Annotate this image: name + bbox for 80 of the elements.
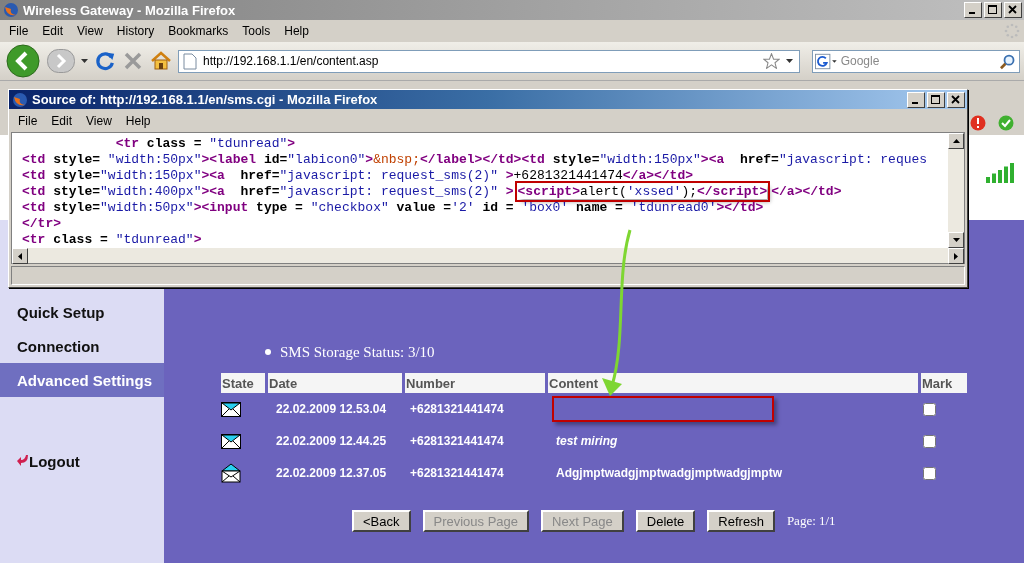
search-engine-icon[interactable]	[815, 52, 837, 70]
code-line: </tr>	[22, 216, 63, 232]
scroll-left-icon[interactable]	[18, 252, 22, 260]
search-icon[interactable]	[999, 52, 1015, 70]
menu-item[interactable]: File	[4, 22, 34, 40]
scroll-up-icon[interactable]	[952, 139, 960, 143]
close-button[interactable]	[947, 91, 965, 108]
loading-icon	[1004, 23, 1020, 39]
date-cell: 22.02.2009 12.37.05	[276, 466, 387, 480]
code-line: <td style="width:150px"><a href="javascript: request_sms(2)" >+6281321441474</a></td>	[22, 168, 695, 184]
bullet-icon	[265, 349, 271, 355]
close-button[interactable]	[1004, 2, 1022, 18]
content-cell: Adgjmptwadgjmptwadgjmptwadgjmptw	[556, 466, 782, 480]
signal-icon	[986, 162, 1016, 183]
content-cell: test miring	[556, 434, 618, 448]
check-icon	[998, 115, 1014, 131]
search-field[interactable]: Google	[812, 49, 1020, 73]
scroll-down-icon[interactable]	[952, 238, 960, 242]
page-button[interactable]: <Back	[352, 510, 411, 532]
number-cell: +6281321441474	[410, 466, 504, 480]
page-button[interactable]: Refresh	[707, 510, 775, 532]
menu-item[interactable]: Edit	[46, 111, 78, 130]
scroll-right-icon[interactable]	[954, 252, 958, 260]
date-cell: 22.02.2009 12.44.25	[276, 434, 387, 448]
storage-status: SMS Storage Status: 3/10	[280, 343, 435, 361]
column-header: Number	[405, 373, 545, 393]
mark-checkbox[interactable]	[923, 402, 936, 416]
home-icon[interactable]	[150, 50, 172, 72]
number-cell: +6281321441474	[410, 434, 504, 448]
warning-icon	[970, 115, 986, 131]
mark-checkbox[interactable]	[923, 434, 936, 448]
date-cell: 22.02.2009 12.53.04	[276, 402, 387, 416]
menu-item[interactable]: Edit	[37, 22, 69, 40]
column-header: Mark	[921, 373, 967, 393]
menu-item[interactable]: File	[13, 111, 43, 130]
window-title: Source of: http://192.168.1.1/en/sms.cgi - Mozilla Firefox	[32, 92, 379, 107]
dropdown-icon[interactable]	[81, 59, 88, 63]
window-title: Wireless Gateway - Mozilla Firefox	[23, 2, 237, 18]
logout-link[interactable]: Logout	[17, 445, 80, 477]
sidebar-item[interactable]: Connection	[0, 329, 164, 363]
horizontal-scrollbar[interactable]	[12, 248, 964, 263]
forward-button[interactable]	[47, 49, 75, 73]
search-input[interactable]: Google	[840, 54, 996, 68]
address-field[interactable]: http://192.168.1.1/en/content.asp	[178, 49, 800, 73]
vertical-scrollbar[interactable]	[948, 133, 964, 248]
code-line: <td style="width:50px"><input type = "checkbox" value ='2' id = 'box0' name = 'tdunread0'></td>	[22, 200, 765, 216]
sidebar-item[interactable]: Advanced Settings	[0, 363, 164, 397]
column-header: Date	[268, 373, 402, 393]
dropdown-icon[interactable]	[786, 59, 793, 63]
maximize-button[interactable]	[927, 91, 945, 108]
menu-item[interactable]: History	[111, 22, 160, 40]
code-line: <td style= "width:50px"><label id="labicon0">&nbsp;</label></td><td style="width:150px"><a href="javascript: reques	[22, 152, 929, 168]
menu-item[interactable]: View	[81, 111, 117, 130]
menu-item[interactable]: Help	[120, 111, 156, 130]
menu-item[interactable]: Bookmarks	[163, 22, 234, 40]
address-input[interactable]: http://192.168.1.1/en/content.asp	[203, 54, 757, 68]
column-header: State	[221, 373, 265, 393]
back-button[interactable]	[5, 43, 41, 79]
code-line: <tr class = "tdunread">	[114, 136, 297, 152]
reload-icon[interactable]	[94, 50, 116, 72]
mark-checkbox[interactable]	[923, 466, 936, 480]
number-cell: +6281321441474	[410, 402, 504, 416]
star-icon[interactable]	[763, 53, 780, 69]
sidebar-item[interactable]: Quick Setup	[0, 295, 164, 329]
maximize-button[interactable]	[984, 2, 1002, 18]
menu-item[interactable]: Help	[279, 22, 314, 40]
page-info: Page: 1/1	[786, 513, 836, 529]
code-line: <tr class = "tdunread">	[22, 232, 203, 248]
menu-item[interactable]: Tools	[237, 22, 276, 40]
browser-logo-icon	[3, 2, 19, 18]
menu-item[interactable]: View	[72, 22, 108, 40]
highlighted-code: <script>alert('xssed');</script>	[517, 184, 768, 199]
code-line: <td style="width:400px"><a href="javascript: request_sms(2)" > <script>alert('xssed');</script> </a></td>	[22, 184, 948, 200]
page-icon	[183, 52, 197, 70]
page-button[interactable]: Delete	[635, 510, 696, 532]
return-arrow-icon	[17, 455, 29, 467]
minimize-button[interactable]	[964, 2, 982, 18]
browser-logo-icon	[12, 91, 28, 108]
column-header: Content	[548, 373, 918, 393]
minimize-button[interactable]	[907, 91, 925, 108]
